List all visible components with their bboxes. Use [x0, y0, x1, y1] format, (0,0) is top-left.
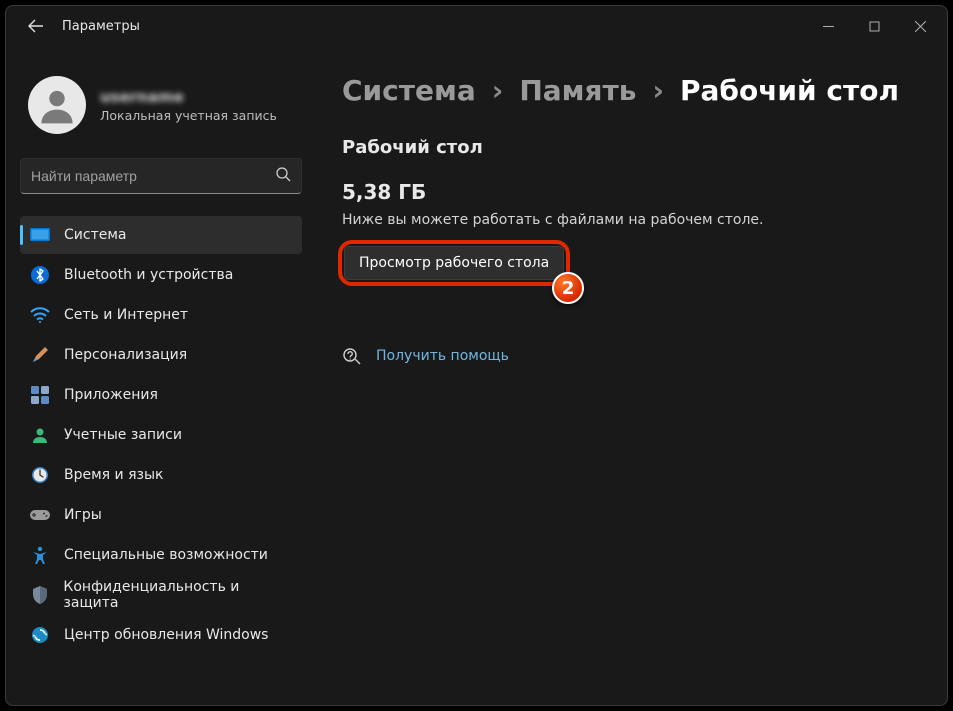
breadcrumb-l3: Рабочий стол [680, 74, 899, 107]
back-button[interactable] [20, 18, 52, 34]
sidebar-item-bluetooth[interactable]: Bluetooth и устройства [20, 256, 302, 294]
paintbrush-icon [30, 345, 50, 365]
update-icon [30, 625, 50, 645]
search-input[interactable] [31, 168, 275, 184]
titlebar: Параметры [6, 6, 947, 46]
nav-list: Система Bluetooth и устройства Сеть и Ин… [20, 216, 302, 654]
storage-size: 5,38 ГБ [342, 180, 921, 204]
nav-label: Конфиденциальность и защита [63, 579, 292, 611]
chevron-right-icon: › [652, 74, 664, 107]
main-pane: Система › Память › Рабочий стол Рабочий … [316, 46, 947, 705]
nav-label: Специальные возможности [64, 547, 268, 563]
nav-label: Персонализация [64, 347, 187, 363]
breadcrumb-l2[interactable]: Память [519, 74, 636, 107]
annotation-highlight: Просмотр рабочего стола 2 [338, 240, 570, 286]
gamepad-icon [30, 505, 50, 525]
section-title: Рабочий стол [342, 137, 921, 158]
nav-label: Приложения [64, 387, 158, 403]
nav-label: Учетные записи [64, 427, 182, 443]
help-icon [342, 346, 362, 366]
window-title: Параметры [62, 19, 140, 34]
sidebar-item-network[interactable]: Сеть и Интернет [20, 296, 302, 334]
sidebar: username Локальная учетная запись Систем… [6, 46, 316, 705]
annotation-badge: 2 [552, 272, 584, 304]
sidebar-item-accounts[interactable]: Учетные записи [20, 416, 302, 454]
view-desktop-button[interactable]: Просмотр рабочего стола [344, 246, 564, 280]
accessibility-icon [30, 545, 50, 565]
profile-name: username [100, 88, 277, 106]
description-text: Ниже вы можете работать с файлами на раб… [342, 212, 921, 228]
sidebar-item-personalization[interactable]: Персонализация [20, 336, 302, 374]
button-label: Просмотр рабочего стола [359, 255, 549, 271]
breadcrumb: Система › Память › Рабочий стол [342, 74, 921, 107]
nav-label: Игры [64, 507, 102, 523]
nav-label: Время и язык [64, 467, 163, 483]
breadcrumb-l1[interactable]: Система [342, 74, 476, 107]
wifi-icon [30, 305, 50, 325]
bluetooth-icon [30, 265, 50, 285]
display-icon [30, 225, 50, 245]
nav-label: Центр обновления Windows [64, 627, 268, 643]
nav-label: Система [64, 227, 126, 243]
sidebar-item-update[interactable]: Центр обновления Windows [20, 616, 302, 654]
nav-label: Bluetooth и устройства [64, 267, 233, 283]
get-help-link[interactable]: Получить помощь [376, 348, 509, 364]
sidebar-item-time[interactable]: Время и язык [20, 456, 302, 494]
search-box[interactable] [20, 158, 302, 194]
profile-subtext: Локальная учетная запись [100, 108, 277, 123]
sidebar-item-apps[interactable]: Приложения [20, 376, 302, 414]
shield-icon [30, 585, 49, 605]
sidebar-item-gaming[interactable]: Игры [20, 496, 302, 534]
close-button[interactable] [897, 10, 943, 42]
sidebar-item-accessibility[interactable]: Специальные возможности [20, 536, 302, 574]
chevron-right-icon: › [492, 74, 504, 107]
search-icon [275, 166, 291, 186]
profile-block[interactable]: username Локальная учетная запись [28, 76, 298, 134]
sidebar-item-privacy[interactable]: Конфиденциальность и защита [20, 576, 302, 614]
maximize-button[interactable] [851, 10, 897, 42]
nav-label: Сеть и Интернет [64, 307, 188, 323]
clock-icon [30, 465, 50, 485]
minimize-button[interactable] [805, 10, 851, 42]
apps-icon [30, 385, 50, 405]
sidebar-item-system[interactable]: Система [20, 216, 302, 254]
avatar [28, 76, 86, 134]
person-icon [30, 425, 50, 445]
